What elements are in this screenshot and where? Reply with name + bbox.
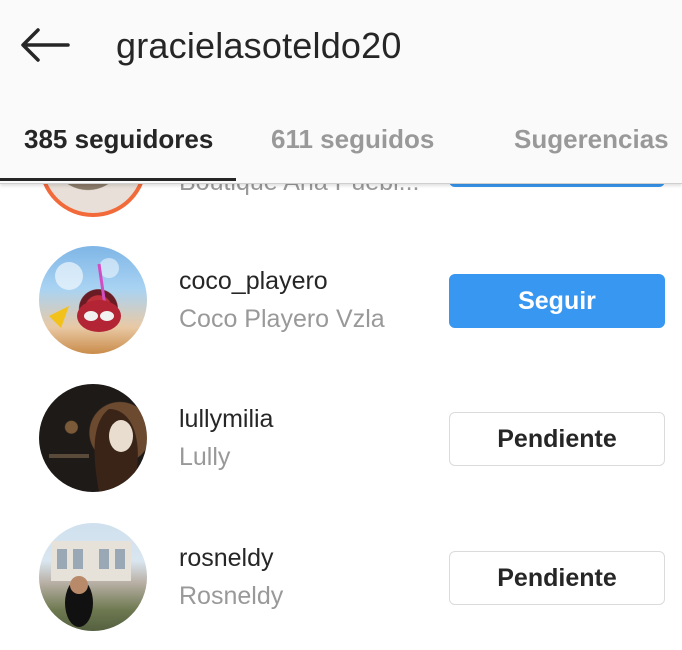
avatar-illustration xyxy=(49,258,121,332)
list-item-fullname: Lully xyxy=(179,443,231,471)
avatar-illustration xyxy=(49,409,138,492)
avatar[interactable] xyxy=(39,384,147,492)
list-item-username[interactable]: rosneldy xyxy=(179,543,274,573)
active-tab-indicator xyxy=(0,178,236,181)
tab-followers[interactable]: 385 seguidores xyxy=(24,110,213,174)
back-button[interactable] xyxy=(18,24,72,66)
list-item-username[interactable]: lullymilia xyxy=(179,404,273,434)
tab-bar: 385 seguidores 611 seguidos Sugerencias xyxy=(0,110,682,181)
list-item[interactable]: coco_playero Coco Playero Vzla Seguir xyxy=(0,246,682,366)
follow-button[interactable]: Seguir xyxy=(449,274,665,328)
arrow-left-icon xyxy=(21,28,70,62)
tab-suggestions[interactable]: Sugerencias xyxy=(514,110,669,174)
top-app-bar: gracielasoteldo20 385 seguidores 611 seg… xyxy=(0,0,682,184)
page-title: gracielasoteldo20 xyxy=(116,25,402,66)
avatar[interactable] xyxy=(39,246,147,354)
list-item-username[interactable]: coco_playero xyxy=(179,266,328,296)
list-item[interactable]: rosneldy Rosneldy Pendiente xyxy=(0,523,682,643)
avatar-illustration xyxy=(51,541,131,627)
list-item-fullname: Coco Playero Vzla xyxy=(179,305,385,333)
pending-button[interactable]: Pendiente xyxy=(449,412,665,466)
tab-following[interactable]: 611 seguidos xyxy=(271,110,434,174)
list-item-fullname: Rosneldy xyxy=(179,582,284,610)
list-item[interactable]: lullymilia Lully Pendiente xyxy=(0,384,682,504)
avatar[interactable] xyxy=(39,523,147,631)
pending-button[interactable]: Pendiente xyxy=(449,551,665,605)
